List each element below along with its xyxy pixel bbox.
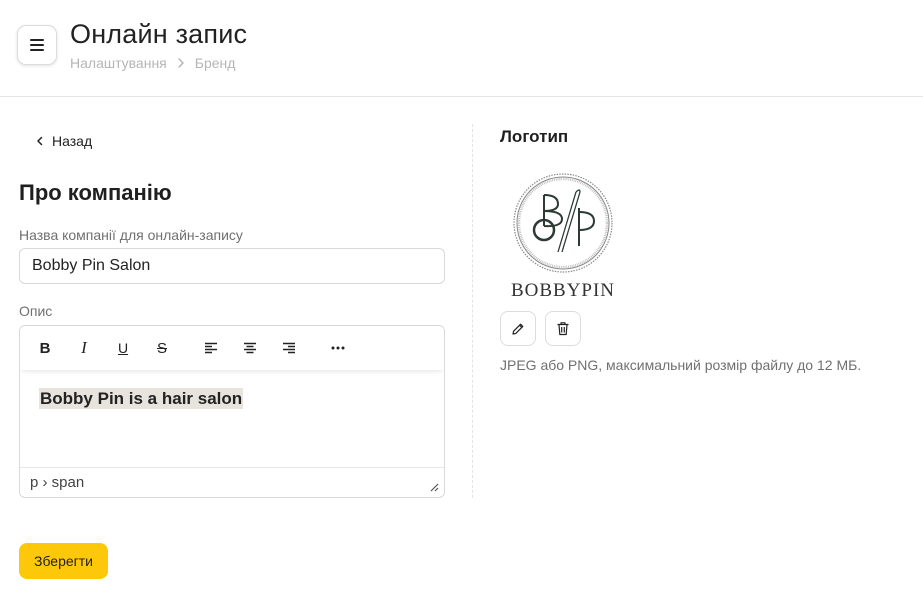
description-label: Опис — [19, 303, 53, 319]
menu-button[interactable] — [17, 25, 57, 65]
page-header: Онлайн запис Налаштування Бренд — [0, 0, 923, 97]
breadcrumb-item-settings[interactable]: Налаштування — [70, 55, 167, 71]
logo-emblem — [513, 173, 613, 273]
section-title: Про компанію — [19, 180, 172, 205]
column-divider — [472, 124, 473, 498]
more-icon — [331, 346, 345, 350]
editor-toolbar: B I U S — [20, 326, 444, 370]
description-text: Bobby Pin is a hair salon — [39, 388, 244, 409]
underline-button[interactable]: U — [110, 336, 136, 360]
edit-logo-button[interactable] — [500, 311, 536, 346]
align-left-icon — [205, 342, 217, 354]
menu-icon — [30, 39, 44, 51]
chevron-right-icon — [177, 57, 185, 69]
company-name-input[interactable] — [19, 248, 445, 284]
description-editor[interactable]: B I U S Bobby Pin is a hair salon p › sp… — [19, 325, 445, 498]
italic-button[interactable]: I — [71, 336, 97, 360]
editor-statusbar: p › span — [20, 467, 444, 497]
logo-upload-hint: JPEG або PNG, максимальний розмір файлу … — [500, 357, 862, 373]
more-button[interactable] — [325, 336, 351, 360]
pencil-icon — [512, 323, 524, 335]
align-center-button[interactable] — [237, 336, 263, 360]
align-left-button[interactable] — [198, 336, 224, 360]
bold-button[interactable]: B — [32, 336, 58, 360]
logo-section-title: Логотип — [500, 127, 569, 146]
trash-icon — [557, 322, 569, 336]
breadcrumb-item-brand: Бренд — [194, 55, 236, 71]
chevron-left-icon — [37, 136, 43, 146]
align-center-icon — [244, 342, 256, 354]
logo-image: BOBBYPIN — [500, 168, 626, 304]
element-path[interactable]: p › span — [30, 474, 84, 491]
editor-content[interactable]: Bobby Pin is a hair salon — [39, 388, 244, 409]
breadcrumb: Налаштування Бренд — [70, 55, 235, 71]
back-link[interactable]: Назад — [36, 133, 92, 149]
back-link-label: Назад — [52, 133, 93, 149]
save-button[interactable]: Зберегти — [19, 543, 108, 579]
resize-icon[interactable] — [429, 482, 439, 492]
align-right-button[interactable] — [276, 336, 302, 360]
company-name-label: Назва компанії для онлайн-запису — [19, 227, 243, 243]
page-title: Онлайн запис — [70, 19, 248, 49]
strikethrough-button[interactable]: S — [149, 336, 175, 360]
delete-logo-button[interactable] — [545, 311, 581, 346]
logo-wordmark: BOBBYPIN — [510, 280, 616, 301]
align-right-icon — [283, 342, 295, 354]
